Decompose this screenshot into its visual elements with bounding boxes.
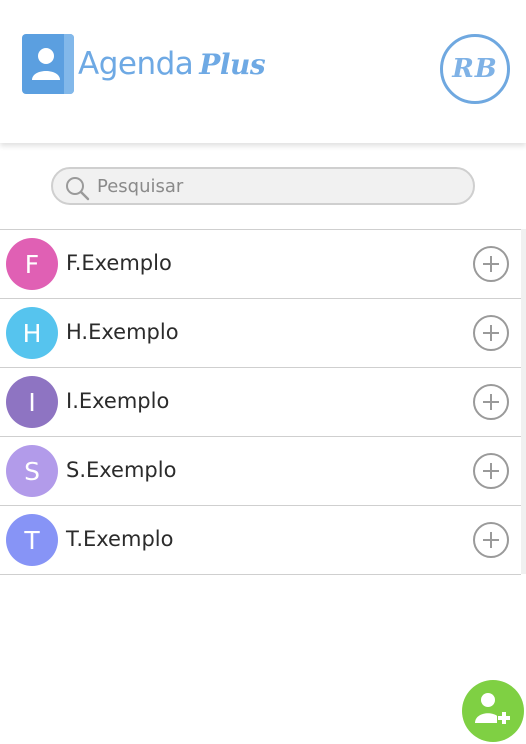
app-header: Agenda Plus RB bbox=[0, 0, 526, 143]
plus-circle-icon[interactable] bbox=[473, 246, 509, 282]
plus-circle-icon[interactable] bbox=[473, 315, 509, 351]
contact-row[interactable]: T T.Exemplo bbox=[0, 506, 521, 575]
contact-row[interactable]: H H.Exemplo bbox=[0, 299, 521, 368]
plus-circle-icon[interactable] bbox=[473, 522, 509, 558]
contact-list: F F.Exemplo H H.Exemplo I I.Exemplo S S.Exemplo… bbox=[0, 229, 521, 575]
contact-avatar: T bbox=[6, 514, 58, 566]
contact-book-icon bbox=[22, 34, 74, 94]
contact-name: S.Exemplo bbox=[66, 458, 177, 482]
search-input[interactable] bbox=[97, 169, 467, 203]
contact-avatar: F bbox=[6, 238, 58, 290]
app-name-main: Agenda bbox=[78, 46, 194, 82]
app-logo: Agenda Plus bbox=[22, 34, 266, 94]
contact-name: H.Exemplo bbox=[66, 320, 179, 344]
search-bar[interactable] bbox=[51, 167, 475, 205]
contact-avatar: I bbox=[6, 376, 58, 428]
add-contact-button[interactable] bbox=[462, 680, 524, 742]
user-avatar[interactable]: RB bbox=[440, 34, 510, 104]
contact-row[interactable]: F F.Exemplo bbox=[0, 230, 521, 299]
contact-name: I.Exemplo bbox=[66, 389, 170, 413]
contact-avatar: S bbox=[6, 445, 58, 497]
contact-name: F.Exemplo bbox=[66, 251, 172, 275]
app-name: Agenda Plus bbox=[78, 46, 266, 82]
plus-circle-icon[interactable] bbox=[473, 384, 509, 420]
scrollbar[interactable] bbox=[521, 229, 526, 574]
app-name-suffix: Plus bbox=[199, 48, 266, 81]
contact-row[interactable]: I I.Exemplo bbox=[0, 368, 521, 437]
search-icon bbox=[65, 176, 91, 206]
contact-row[interactable]: S S.Exemplo bbox=[0, 437, 521, 506]
plus-circle-icon[interactable] bbox=[473, 453, 509, 489]
contact-avatar: H bbox=[6, 307, 58, 359]
add-user-icon bbox=[473, 689, 513, 733]
contact-name: T.Exemplo bbox=[66, 527, 174, 551]
